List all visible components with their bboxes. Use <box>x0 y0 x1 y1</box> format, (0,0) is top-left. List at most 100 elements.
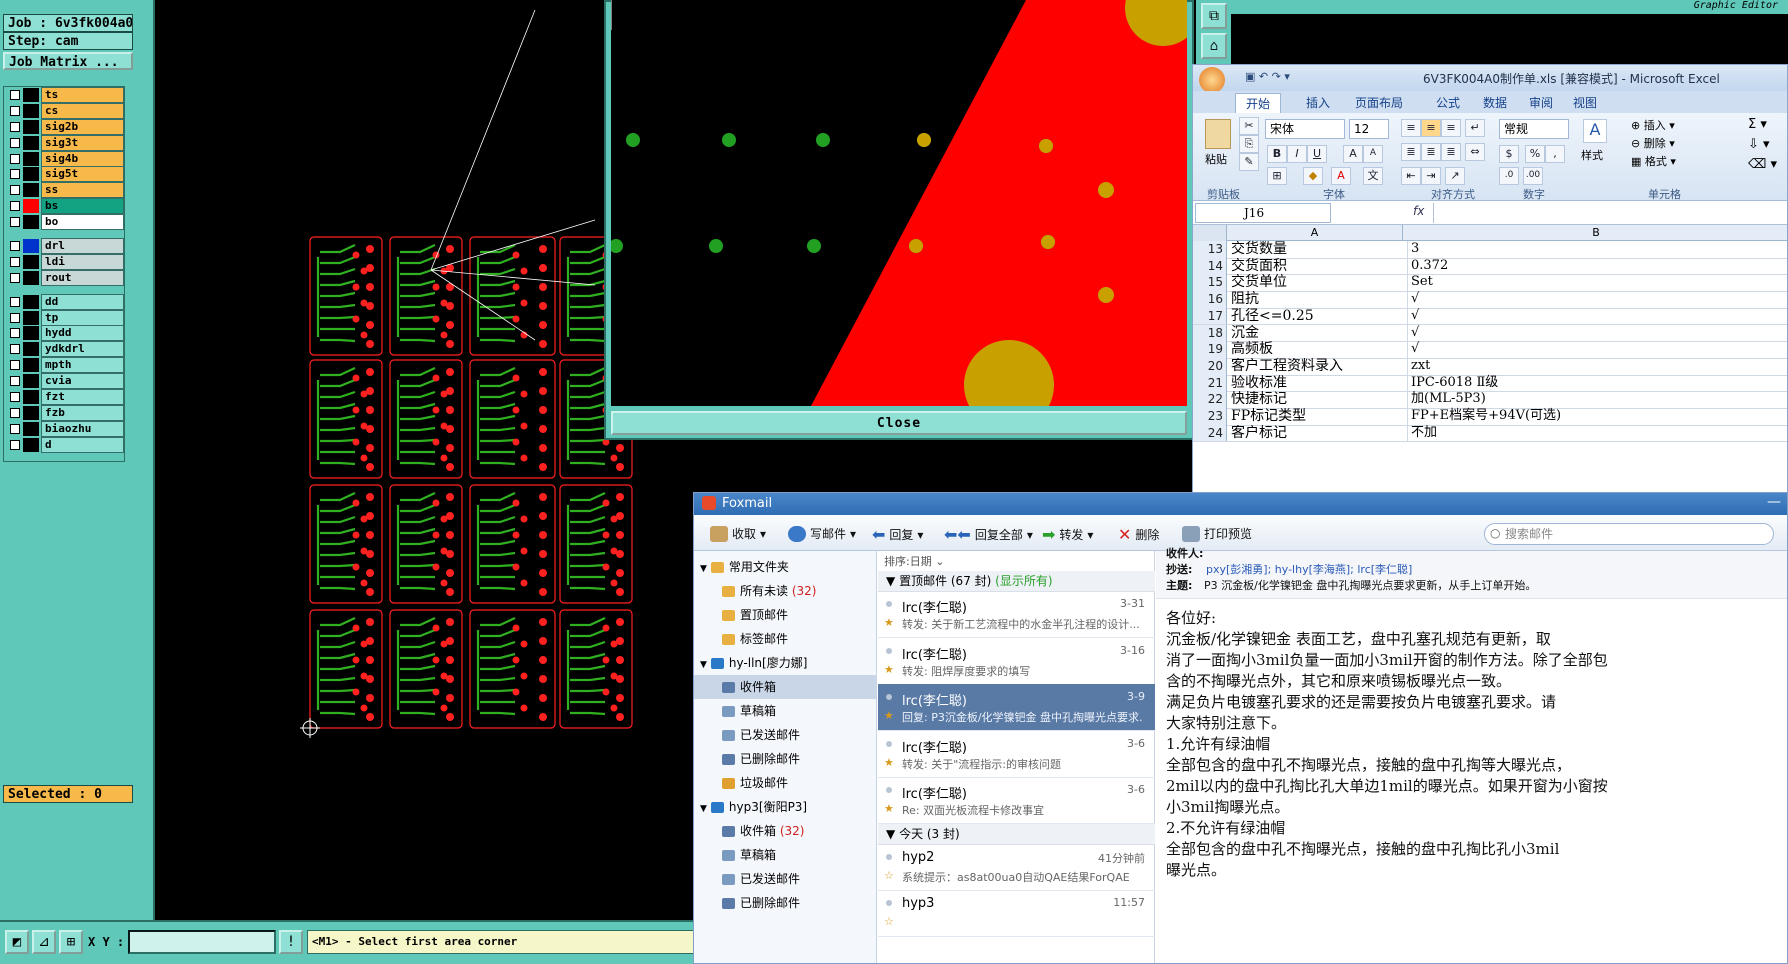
underline-button[interactable]: U <box>1307 145 1327 163</box>
star-icon[interactable]: ★ <box>884 616 894 629</box>
folder-item[interactable]: 已删除邮件 <box>694 891 877 915</box>
delete-button[interactable]: ✕ 删除 <box>1118 525 1159 544</box>
star-icon[interactable]: ★ <box>884 802 894 815</box>
layer-checkbox[interactable] <box>10 328 20 339</box>
search-input[interactable]: 搜索邮件 <box>1484 523 1774 545</box>
format-painter-icon[interactable]: ✎ <box>1239 153 1259 171</box>
office-button-icon[interactable] <box>1199 67 1225 93</box>
layer-checkbox[interactable] <box>10 256 20 267</box>
layer-checkbox[interactable] <box>10 169 20 180</box>
cell-b[interactable]: FP+E档案号+94V(可选) <box>1407 408 1787 425</box>
list-item[interactable]: lrc(李仁聪) 3-6 ★ Re: 双面光板流程卡修改事宜 <box>878 777 1155 824</box>
layer-checkbox[interactable] <box>10 217 20 228</box>
indent-decrease-icon[interactable]: ⇤ <box>1401 167 1421 185</box>
name-box[interactable]: J16 <box>1195 203 1331 223</box>
reply-all-button[interactable]: ⬅⬅ 回复全部 ▾ <box>944 525 1033 544</box>
wrap-text-icon[interactable]: ↵ <box>1465 119 1485 137</box>
layer-checkbox[interactable] <box>10 89 20 100</box>
folder-item[interactable]: 垃圾邮件 <box>694 771 877 795</box>
column-b-header[interactable]: B <box>1403 225 1787 241</box>
layer-checkbox[interactable] <box>10 439 20 450</box>
layer-row[interactable]: rout <box>4 269 124 286</box>
layer-checkbox[interactable] <box>10 423 20 434</box>
list-item[interactable]: lrc(李仁聪) 3-16 ★ 转发: 阻焊厚度要求的填写 <box>878 638 1155 685</box>
folder-item[interactable]: 已发送邮件 <box>694 867 877 891</box>
star-icon[interactable]: ★ <box>884 709 894 722</box>
cell-a[interactable]: 客户标记 <box>1231 425 1403 441</box>
layer-checkbox[interactable] <box>10 376 20 387</box>
layer-row[interactable]: ydkdrl <box>4 341 124 358</box>
measure-tool-icon[interactable]: ⊿ <box>32 930 56 954</box>
tab-review[interactable]: 审阅 <box>1529 94 1553 111</box>
minimize-icon[interactable]: — <box>1767 494 1781 510</box>
layer-checkbox[interactable] <box>10 360 20 371</box>
list-item[interactable]: lrc(李仁聪) 3-31 ★ 转发: 关于新工艺流程中的水金半孔注程的设计..… <box>878 591 1155 638</box>
number-format-select[interactable]: 常规 <box>1499 119 1569 139</box>
orientation-icon[interactable]: ↗ <box>1445 167 1465 185</box>
collapse-icon[interactable]: ▼ <box>700 804 707 814</box>
tab-home[interactable]: 开始 <box>1235 93 1282 113</box>
folder-item[interactable]: 草稿箱 <box>694 699 877 723</box>
row-number[interactable]: 21 <box>1193 374 1227 392</box>
cell-b[interactable]: √ <box>1407 341 1787 358</box>
cell-a[interactable]: 阻抗 <box>1231 291 1403 307</box>
insert-cells-button[interactable]: ⊕ 插入 ▾ <box>1631 117 1675 133</box>
decrease-decimal-icon[interactable]: .00 <box>1523 167 1543 185</box>
increase-decimal-icon[interactable]: .0 <box>1499 167 1519 185</box>
home-icon[interactable]: ⌂ <box>1201 33 1227 59</box>
cell-a[interactable]: FP标记类型 <box>1231 408 1403 424</box>
format-cells-button[interactable]: ▦ 格式 ▾ <box>1631 153 1676 169</box>
folder-item[interactable]: 已删除邮件 <box>694 747 877 771</box>
cell-b[interactable]: 加(ML-5P3) <box>1407 391 1787 408</box>
align-middle-icon[interactable]: ≡ <box>1421 119 1441 137</box>
receive-button[interactable]: 收取 ▾ <box>710 525 766 542</box>
layer-row[interactable]: drl <box>4 237 124 254</box>
quick-access-icons[interactable]: ▣ ↶ ↷ ▾ <box>1245 70 1290 83</box>
fill-icon[interactable]: ⇩ ▾ <box>1748 137 1770 152</box>
reply-button[interactable]: ⬅ 回复 ▾ <box>872 525 923 544</box>
job-matrix-button[interactable]: Job Matrix ... <box>3 52 133 70</box>
cell-a[interactable]: 验收标准 <box>1231 375 1403 391</box>
folder-item[interactable]: 所有未读 (32) <box>694 579 877 603</box>
group-pinned[interactable]: ▼ 置顶邮件 (67 封) (显示所有) <box>878 571 1155 592</box>
layer-checkbox[interactable] <box>10 240 20 251</box>
shrink-font-button[interactable]: A <box>1363 145 1383 163</box>
cell-b[interactable]: zxt <box>1407 357 1787 375</box>
row-number[interactable]: 23 <box>1193 408 1227 425</box>
italic-button[interactable]: I <box>1287 145 1307 163</box>
row-number[interactable]: 17 <box>1193 307 1227 325</box>
autosum-icon[interactable]: Σ ▾ <box>1748 117 1767 132</box>
fx-icon[interactable]: fx <box>1413 204 1424 218</box>
folder-item[interactable]: 收件箱 <box>694 675 877 699</box>
collapse-icon[interactable]: ▼ <box>700 564 707 574</box>
cell-b[interactable]: 不加 <box>1407 424 1787 442</box>
layer-row[interactable]: sig3t <box>4 134 124 151</box>
zoom-tool-icon[interactable]: ◩ <box>5 930 29 954</box>
list-item[interactable]: hyp3 11:57 ☆ <box>878 890 1155 937</box>
tab-data[interactable]: 数据 <box>1483 94 1507 111</box>
forward-button[interactable]: ➡ 转发 ▾ <box>1042 525 1093 544</box>
layer-row[interactable]: sig2b <box>4 118 124 135</box>
select-all-corner[interactable] <box>1193 225 1227 241</box>
row-number[interactable]: 18 <box>1193 324 1227 342</box>
folder-item[interactable]: ▼ hyp3[衡阳P3] <box>694 795 877 819</box>
cell-b[interactable]: IPC-6018 Ⅱ级 <box>1407 374 1787 392</box>
cell-a[interactable]: 孔径<=0.25 <box>1231 308 1403 324</box>
sort-button[interactable]: 排序:日期 ⌄ <box>884 553 944 569</box>
bold-button[interactable]: B <box>1267 145 1287 163</box>
paste-icon[interactable] <box>1205 119 1231 149</box>
align-top-icon[interactable]: ≡ <box>1401 119 1421 137</box>
list-item[interactable]: hyp2 41分钟前 ☆ 系统提示：as8at00ua0自动QAE结果ForQA… <box>878 844 1155 891</box>
print-preview-button[interactable]: 打印预览 <box>1182 525 1252 542</box>
row-number[interactable]: 24 <box>1193 424 1227 442</box>
formula-input[interactable] <box>1433 203 1787 223</box>
layer-row[interactable]: hydd <box>4 325 124 342</box>
font-name-select[interactable]: 宋体 <box>1265 119 1345 139</box>
row-number[interactable]: 22 <box>1193 391 1227 408</box>
folder-item[interactable]: 收件箱 (32) <box>694 819 877 843</box>
layer-row[interactable]: dd <box>4 293 124 310</box>
layer-checkbox[interactable] <box>10 312 20 323</box>
cc-value[interactable]: pxy[彭湘勇]; hy-lhy[李海燕]; lrc[李仁聪] <box>1206 561 1412 577</box>
list-item[interactable]: lrc(李仁聪) 3-9 ★ 回复: P3沉金板/化学镍钯金 盘中孔掏曝光点要求… <box>878 684 1155 731</box>
font-size-select[interactable]: 12 <box>1349 119 1389 139</box>
